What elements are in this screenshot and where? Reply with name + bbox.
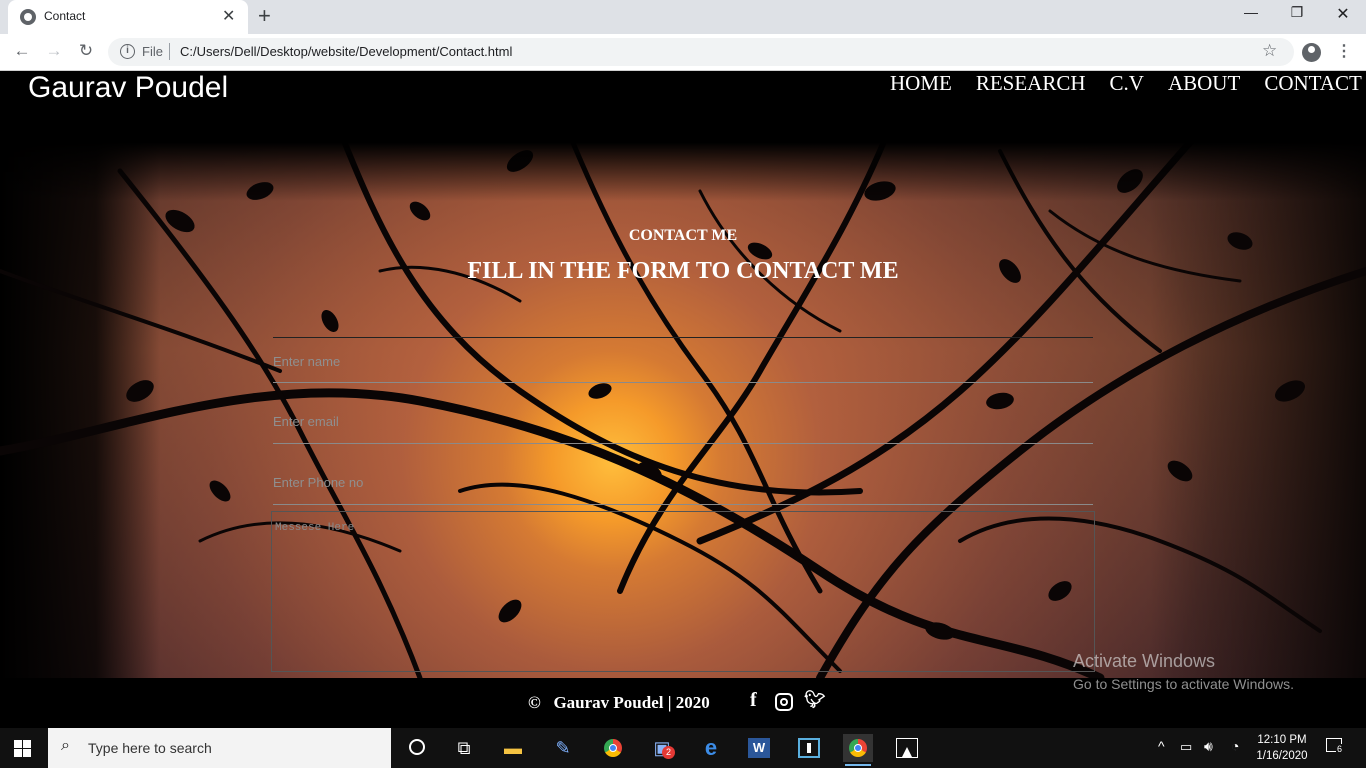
email-placeholder: Enter email	[273, 414, 339, 429]
back-arrow-icon[interactable]: ←	[10, 41, 34, 61]
email-input[interactable]: Enter email	[273, 398, 1093, 444]
bookmark-star-icon[interactable]: ☆	[1262, 41, 1277, 61]
system-clock[interactable]: 12:10 PM 1/16/2020	[1252, 732, 1312, 764]
notification-badge: 2	[662, 746, 675, 759]
edge-browser-icon[interactable]: e	[696, 734, 726, 762]
message-placeholder: Messese Here	[275, 522, 355, 534]
site-brand[interactable]: Gaurav Poudel	[28, 71, 228, 105]
nav-cv[interactable]: C.V	[1110, 71, 1144, 96]
info-icon[interactable]: i	[120, 44, 135, 59]
nav-research[interactable]: RESEARCH	[976, 71, 1086, 96]
new-tab-button[interactable]: +	[258, 3, 271, 29]
name-input[interactable]: Enter name	[273, 337, 1093, 383]
instagram-icon[interactable]	[775, 693, 793, 711]
screen-app-icon[interactable]	[794, 734, 824, 762]
cortana-icon[interactable]	[402, 734, 432, 762]
forward-arrow-icon[interactable]: →	[42, 41, 66, 61]
word-app-icon[interactable]: W	[744, 734, 774, 762]
notification-count: 6	[1336, 744, 1344, 754]
name-placeholder: Enter name	[273, 354, 341, 369]
nav-about[interactable]: ABOUT	[1168, 71, 1240, 96]
taskbar-search-box[interactable]: ⌕ Type here to search	[48, 728, 391, 768]
discord-icon[interactable]: ▣ 2	[647, 734, 677, 762]
task-view-icon[interactable]: ⧉	[449, 734, 479, 762]
scheme-label: File	[142, 44, 163, 59]
volume-icon[interactable]: 🔊︎	[1204, 738, 1213, 755]
twitter-icon[interactable]: 🐦︎	[804, 690, 826, 710]
reload-icon[interactable]: ↻	[74, 41, 98, 61]
address-bar[interactable]: i File C:/Users/Dell/Desktop/website/Dev…	[108, 38, 1294, 66]
restore-icon[interactable]: ❐	[1274, 4, 1320, 21]
windows-start-icon[interactable]	[14, 740, 31, 757]
phone-input[interactable]: Enter Phone no	[273, 459, 1093, 505]
section-heading: FILL IN THE FORM TO CONTACT ME	[467, 258, 899, 284]
active-indicator	[845, 764, 871, 766]
windows-taskbar: ⌕ Type here to search ⧉ ▬ ✎ ▣ 2 e W ^ ▭ …	[0, 728, 1366, 768]
section-kicker: CONTACT ME	[628, 227, 738, 244]
phone-placeholder: Enter Phone no	[273, 475, 364, 490]
wifi-icon[interactable]: ◔	[1231, 738, 1239, 754]
nav-home[interactable]: HOME	[890, 71, 952, 96]
browser-tab-strip: Contact ✕ + — ❐ ✕	[0, 0, 1366, 34]
nav-contact[interactable]: CONTACT	[1264, 71, 1361, 96]
search-placeholder: Type here to search	[88, 740, 212, 756]
photos-app-icon[interactable]	[892, 734, 922, 762]
chrome-app-icon-active[interactable]	[843, 734, 873, 766]
clock-date: 1/16/2020	[1256, 750, 1308, 762]
close-tab-icon[interactable]: ✕	[222, 6, 235, 26]
browser-tab[interactable]: Contact ✕	[8, 0, 248, 34]
search-icon: ⌕	[61, 737, 70, 754]
file-explorer-icon[interactable]: ▬	[498, 734, 528, 762]
tab-title: Contact	[44, 9, 86, 23]
copyright-text: © Gaurav Poudel | 2020	[528, 693, 710, 713]
globe-icon	[20, 9, 36, 25]
web-page: Gaurav Poudel HOME RESEARCH C.V ABOUT CO…	[0, 71, 1366, 728]
action-center-icon[interactable]: 6	[1326, 738, 1344, 754]
battery-icon[interactable]: ▭	[1180, 739, 1192, 755]
site-nav: HOME RESEARCH C.V ABOUT CONTACT	[890, 71, 1362, 96]
url-text[interactable]: C:/Users/Dell/Desktop/website/Developmen…	[180, 44, 512, 59]
chrome-app-icon-1[interactable]	[598, 734, 628, 762]
minimize-icon[interactable]: —	[1228, 4, 1274, 20]
tray-chevron-icon[interactable]: ^	[1158, 738, 1165, 754]
clock-time: 12:10 PM	[1257, 734, 1307, 746]
message-textarea[interactable]: Messese Here	[271, 511, 1095, 672]
profile-avatar-icon[interactable]	[1302, 43, 1321, 62]
paint-app-icon[interactable]: ✎	[548, 734, 578, 762]
close-window-icon[interactable]: ✕	[1320, 4, 1366, 24]
kebab-menu-icon[interactable]: ⋮	[1336, 41, 1352, 61]
copyright-symbol: ©	[528, 693, 541, 712]
copyright-owner: Gaurav Poudel | 2020	[553, 693, 710, 712]
activate-windows-subtitle: Go to Settings to activate Windows.	[1073, 676, 1294, 692]
activate-windows-title: Activate Windows	[1073, 651, 1216, 671]
facebook-icon[interactable]: f	[750, 689, 757, 712]
omnibox-divider	[169, 43, 170, 60]
